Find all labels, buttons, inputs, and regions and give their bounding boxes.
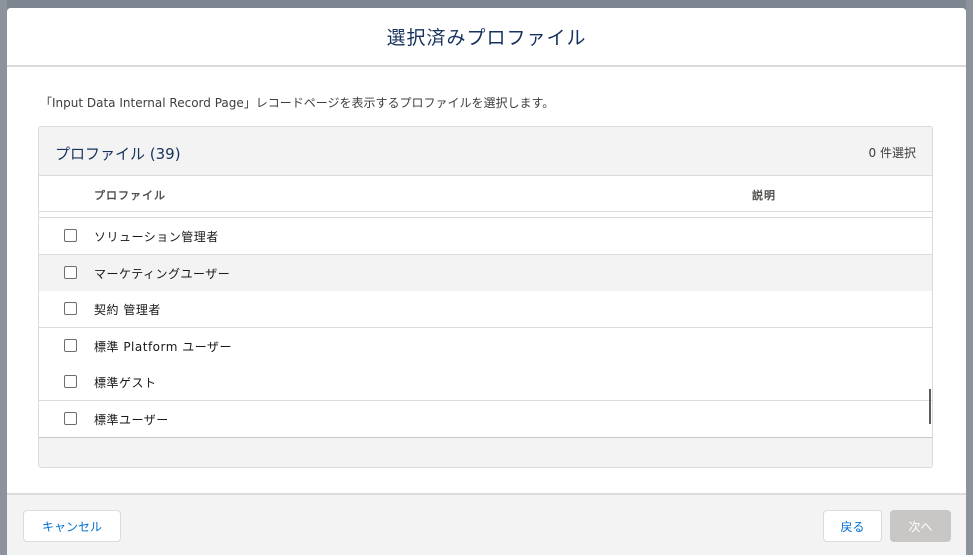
row-checkbox[interactable] — [64, 339, 77, 352]
row-label: ソリューション管理者 — [94, 230, 219, 244]
table-row[interactable]: マーケティングユーザー — [39, 255, 932, 292]
row-label: 契約 管理者 — [94, 303, 161, 317]
profile-rows[interactable]: ソリューション管理者 マーケティングユーザー 契約 管理者 標準 Platfor… — [39, 212, 932, 437]
column-header-profile[interactable]: プロファイル — [94, 187, 166, 203]
list-header: プロファイル (39) 0 件選択 — [39, 127, 932, 176]
table-row[interactable]: ソリューション管理者 — [39, 218, 932, 255]
row-label: 標準ゲスト — [94, 376, 157, 390]
modal-header: 選択済みプロファイル — [7, 8, 966, 67]
row-label: マーケティングユーザー — [94, 267, 231, 281]
row-label: 標準ユーザー — [94, 413, 169, 427]
row-checkbox[interactable] — [64, 266, 77, 279]
list-title: プロファイル (39) — [55, 145, 181, 163]
row-checkbox[interactable] — [64, 412, 77, 425]
instruction-text: 「Input Data Internal Record Page」レコードページ… — [40, 96, 555, 110]
modal-body: 「Input Data Internal Record Page」レコードページ… — [7, 67, 966, 493]
row-label: 標準 Platform ユーザー — [94, 340, 232, 354]
profile-dual-list: プロファイル (39) 0 件選択 プロファイル 説明 ソリューション管理者 マ… — [38, 126, 933, 468]
table-row[interactable]: 標準ユーザー — [39, 401, 932, 437]
selected-count: 0 件選択 — [868, 146, 916, 160]
back-button[interactable]: 戻る — [823, 510, 882, 542]
row-checkbox[interactable] — [64, 375, 77, 388]
column-header-description[interactable]: 説明 — [752, 187, 776, 203]
row-checkbox[interactable] — [64, 302, 77, 315]
row-checkbox[interactable] — [64, 229, 77, 242]
table-row[interactable]: 契約 管理者 — [39, 291, 932, 328]
next-button[interactable]: 次へ — [890, 510, 951, 542]
page-backdrop-right — [966, 0, 973, 555]
modal-footer: キャンセル 戻る 次へ — [7, 493, 966, 555]
table-row[interactable]: 標準ゲスト — [39, 364, 932, 401]
selected-profiles-modal: 選択済みプロファイル 「Input Data Internal Record P… — [7, 8, 966, 555]
modal-title: 選択済みプロファイル — [386, 27, 587, 49]
column-header-row: プロファイル 説明 — [39, 176, 932, 212]
cancel-button[interactable]: キャンセル — [23, 510, 121, 542]
table-row[interactable]: 標準 Platform ユーザー — [39, 328, 932, 365]
page-backdrop-left — [0, 0, 7, 555]
list-scrollbar[interactable] — [929, 389, 931, 424]
list-footer — [39, 437, 932, 467]
